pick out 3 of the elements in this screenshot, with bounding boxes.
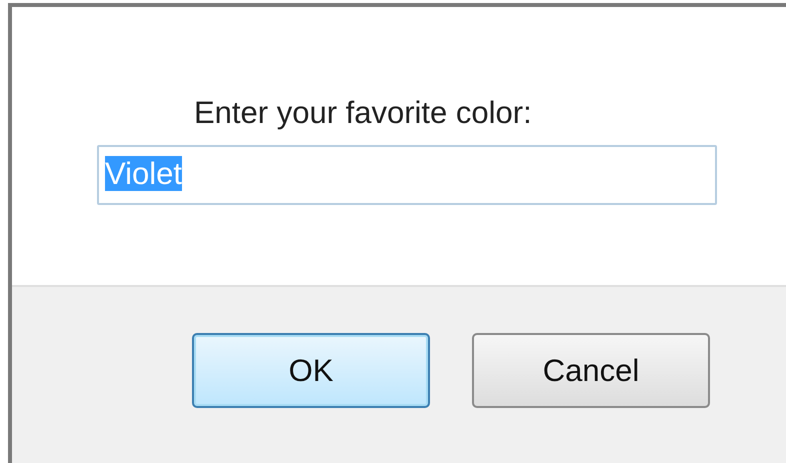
prompt-label: Enter your favorite color: <box>194 95 532 131</box>
cancel-button[interactable]: Cancel <box>472 333 710 408</box>
ok-button[interactable]: OK <box>192 333 430 408</box>
